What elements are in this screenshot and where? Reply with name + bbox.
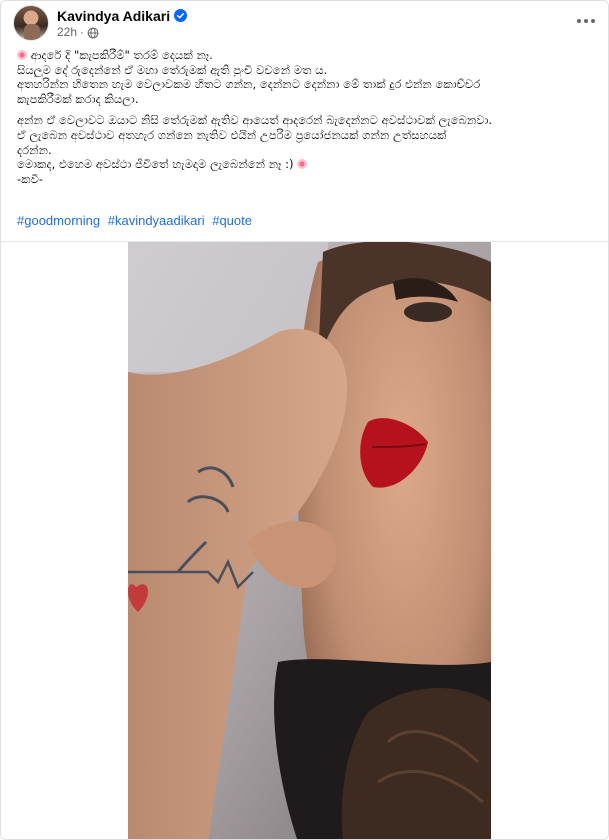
post-text-line: සියලුම දේ රුදෙන්නේ ඒ මහා තේරුමක් ඇති පුං… — [17, 62, 328, 77]
post-body: ආදරේ දි "කැපකිරීම්" තරම් දෙයක් නෑ. සියලු… — [17, 48, 597, 186]
author-meta: Kavindya Adikari 22h · — [57, 8, 188, 39]
author-name[interactable]: Kavindya Adikari — [57, 8, 170, 24]
hashtag-link[interactable]: #quote — [212, 213, 252, 228]
post-text-line: -කවී- — [17, 171, 44, 186]
post-text-line: කැපකිරීමක් කරාද කියලා. — [17, 91, 139, 106]
globe-icon[interactable] — [87, 26, 99, 38]
hashtag-list: #goodmorning #kavindyaadikari #quote — [17, 213, 256, 228]
flower-emoji-icon — [297, 159, 308, 170]
post-text-line: ඒ ලැබෙන අවස්ථාව අතහැර ගන්නෙ නැතිව එයින් … — [17, 127, 447, 142]
flower-emoji-icon — [17, 50, 27, 60]
verified-badge-icon — [174, 9, 188, 22]
hashtag-link[interactable]: #kavindyaadikari — [108, 213, 205, 228]
author-avatar[interactable] — [13, 5, 49, 41]
more-options-icon[interactable] — [572, 7, 600, 35]
author-name-row: Kavindya Adikari — [57, 8, 188, 24]
post-text-line: දරන්න. — [17, 142, 52, 157]
post-text-line: ආදරේ දි "කැපකිරීම්" තරම් දෙයක් නෑ. — [17, 48, 597, 63]
post-text-line: අතහරින්න හිතෙන හැම වෙලාවකම හිතට ගන්න, දෙ… — [17, 77, 481, 92]
post-photo[interactable] — [128, 242, 491, 839]
post-text-line: අන්න ඒ වෙලාවට ඔයාට නිසි තේරුමක් ඇතිව ආයෙ… — [17, 113, 493, 128]
post-media — [1, 241, 608, 839]
post-text-line: මොකද, එහෙම අවස්ථා ජීවිතේ හැමදාම ලැබෙන්නේ… — [17, 157, 597, 172]
post-header: Kavindya Adikari 22h · — [13, 5, 598, 41]
hashtag-link[interactable]: #goodmorning — [17, 213, 100, 228]
post-subline: 22h · — [57, 25, 187, 39]
selfie-photo-illustration — [128, 242, 491, 839]
facebook-post: Kavindya Adikari 22h · ආදරේ දි "කැපකිරීම… — [0, 0, 609, 840]
separator-dot: · — [80, 24, 85, 39]
post-timestamp[interactable]: 22h — [57, 25, 77, 39]
